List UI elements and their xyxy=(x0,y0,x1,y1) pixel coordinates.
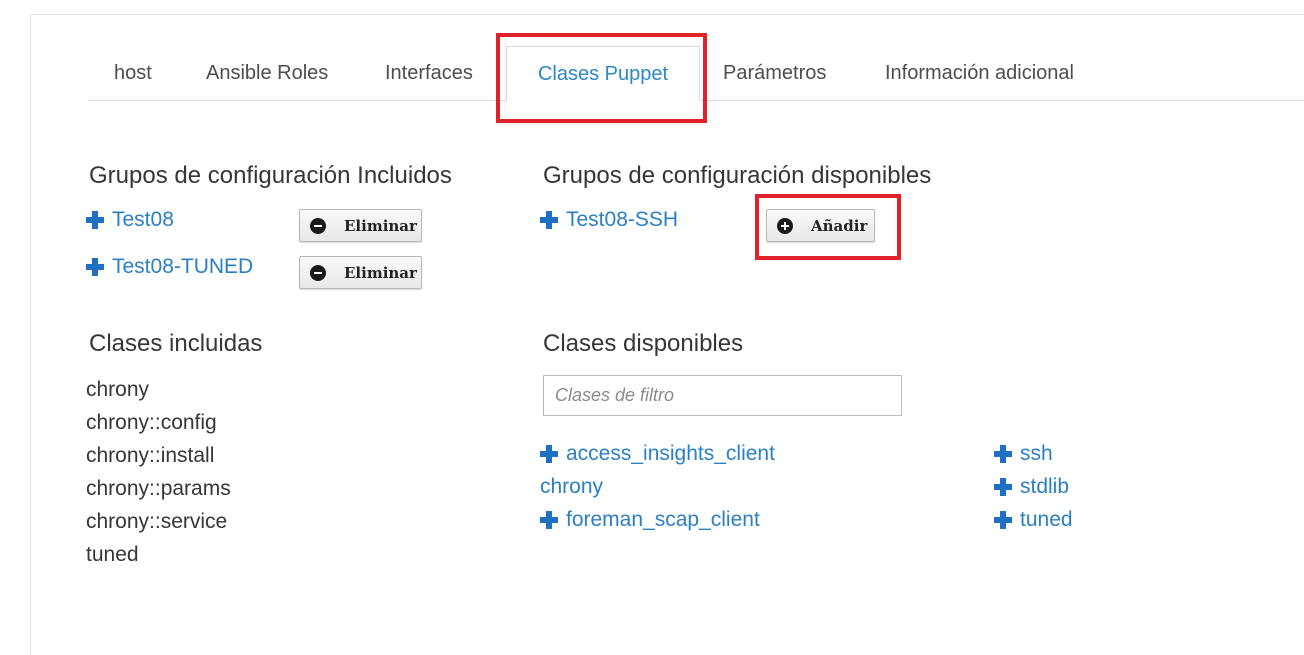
group-name: Test08 xyxy=(112,208,174,231)
class-name: ssh xyxy=(1020,442,1053,465)
included-classes-heading: Clases incluidas xyxy=(89,330,263,357)
available-class-access-insights-client[interactable]: access_insights_client xyxy=(540,442,775,466)
available-class-stdlib[interactable]: stdlib xyxy=(994,475,1069,499)
plus-icon xyxy=(86,211,104,229)
available-class-chrony: chrony xyxy=(540,475,603,499)
tab-interfaces[interactable]: Interfaces xyxy=(385,46,473,100)
class-name: access_insights_client xyxy=(566,442,775,465)
included-class-item: chrony::config xyxy=(86,411,217,434)
group-name: Test08-SSH xyxy=(566,208,679,231)
button-label: Eliminar xyxy=(344,263,417,282)
class-name: stdlib xyxy=(1020,475,1070,498)
add-test08-ssh-button[interactable]: Añadir xyxy=(766,209,875,242)
plus-icon xyxy=(540,211,558,229)
available-classes-heading: Clases disponibles xyxy=(543,330,744,357)
class-name: chrony xyxy=(540,475,604,498)
included-class-item: chrony::params xyxy=(86,477,231,500)
available-class-ssh[interactable]: ssh xyxy=(994,442,1053,466)
class-filter-input[interactable] xyxy=(543,375,902,416)
tab-informacion-adicional[interactable]: Información adicional xyxy=(885,46,1074,100)
plus-icon xyxy=(994,511,1012,529)
button-label: Eliminar xyxy=(344,216,417,235)
included-class-item: chrony::install xyxy=(86,444,215,467)
tab-ansible-roles[interactable]: Ansible Roles xyxy=(206,46,328,100)
included-class-item: chrony xyxy=(86,378,150,401)
available-groups-heading: Grupos de configuración disponibles xyxy=(543,162,932,189)
plus-icon xyxy=(540,511,558,529)
button-label: Añadir xyxy=(811,216,868,235)
available-group-test08-ssh[interactable]: Test08-SSH xyxy=(540,208,678,232)
remove-test08-button[interactable]: Eliminar xyxy=(299,209,422,242)
plus-icon xyxy=(86,258,104,276)
included-class-item: tuned xyxy=(86,543,139,566)
remove-test08-tuned-button[interactable]: Eliminar xyxy=(299,256,422,289)
plus-icon xyxy=(994,478,1012,496)
group-name: Test08-TUNED xyxy=(112,255,254,278)
class-name: foreman_scap_client xyxy=(566,508,760,531)
plus-icon xyxy=(540,445,558,463)
included-class-item: chrony::service xyxy=(86,510,228,533)
minus-circle-icon xyxy=(310,264,326,281)
class-name: tuned xyxy=(1020,508,1073,531)
included-groups-heading: Grupos de configuración Incluidos xyxy=(89,162,452,189)
plus-circle-icon xyxy=(777,217,793,234)
tab-host[interactable]: host xyxy=(114,46,152,100)
available-class-foreman-scap-client[interactable]: foreman_scap_client xyxy=(540,508,760,532)
tab-parametros[interactable]: Parámetros xyxy=(723,46,826,100)
included-group-test08-tuned[interactable]: Test08-TUNED xyxy=(86,255,253,279)
included-group-test08[interactable]: Test08 xyxy=(86,208,174,232)
available-class-tuned[interactable]: tuned xyxy=(994,508,1073,532)
minus-circle-icon xyxy=(310,217,326,234)
highlight-tab-box xyxy=(496,33,707,123)
plus-icon xyxy=(994,445,1012,463)
